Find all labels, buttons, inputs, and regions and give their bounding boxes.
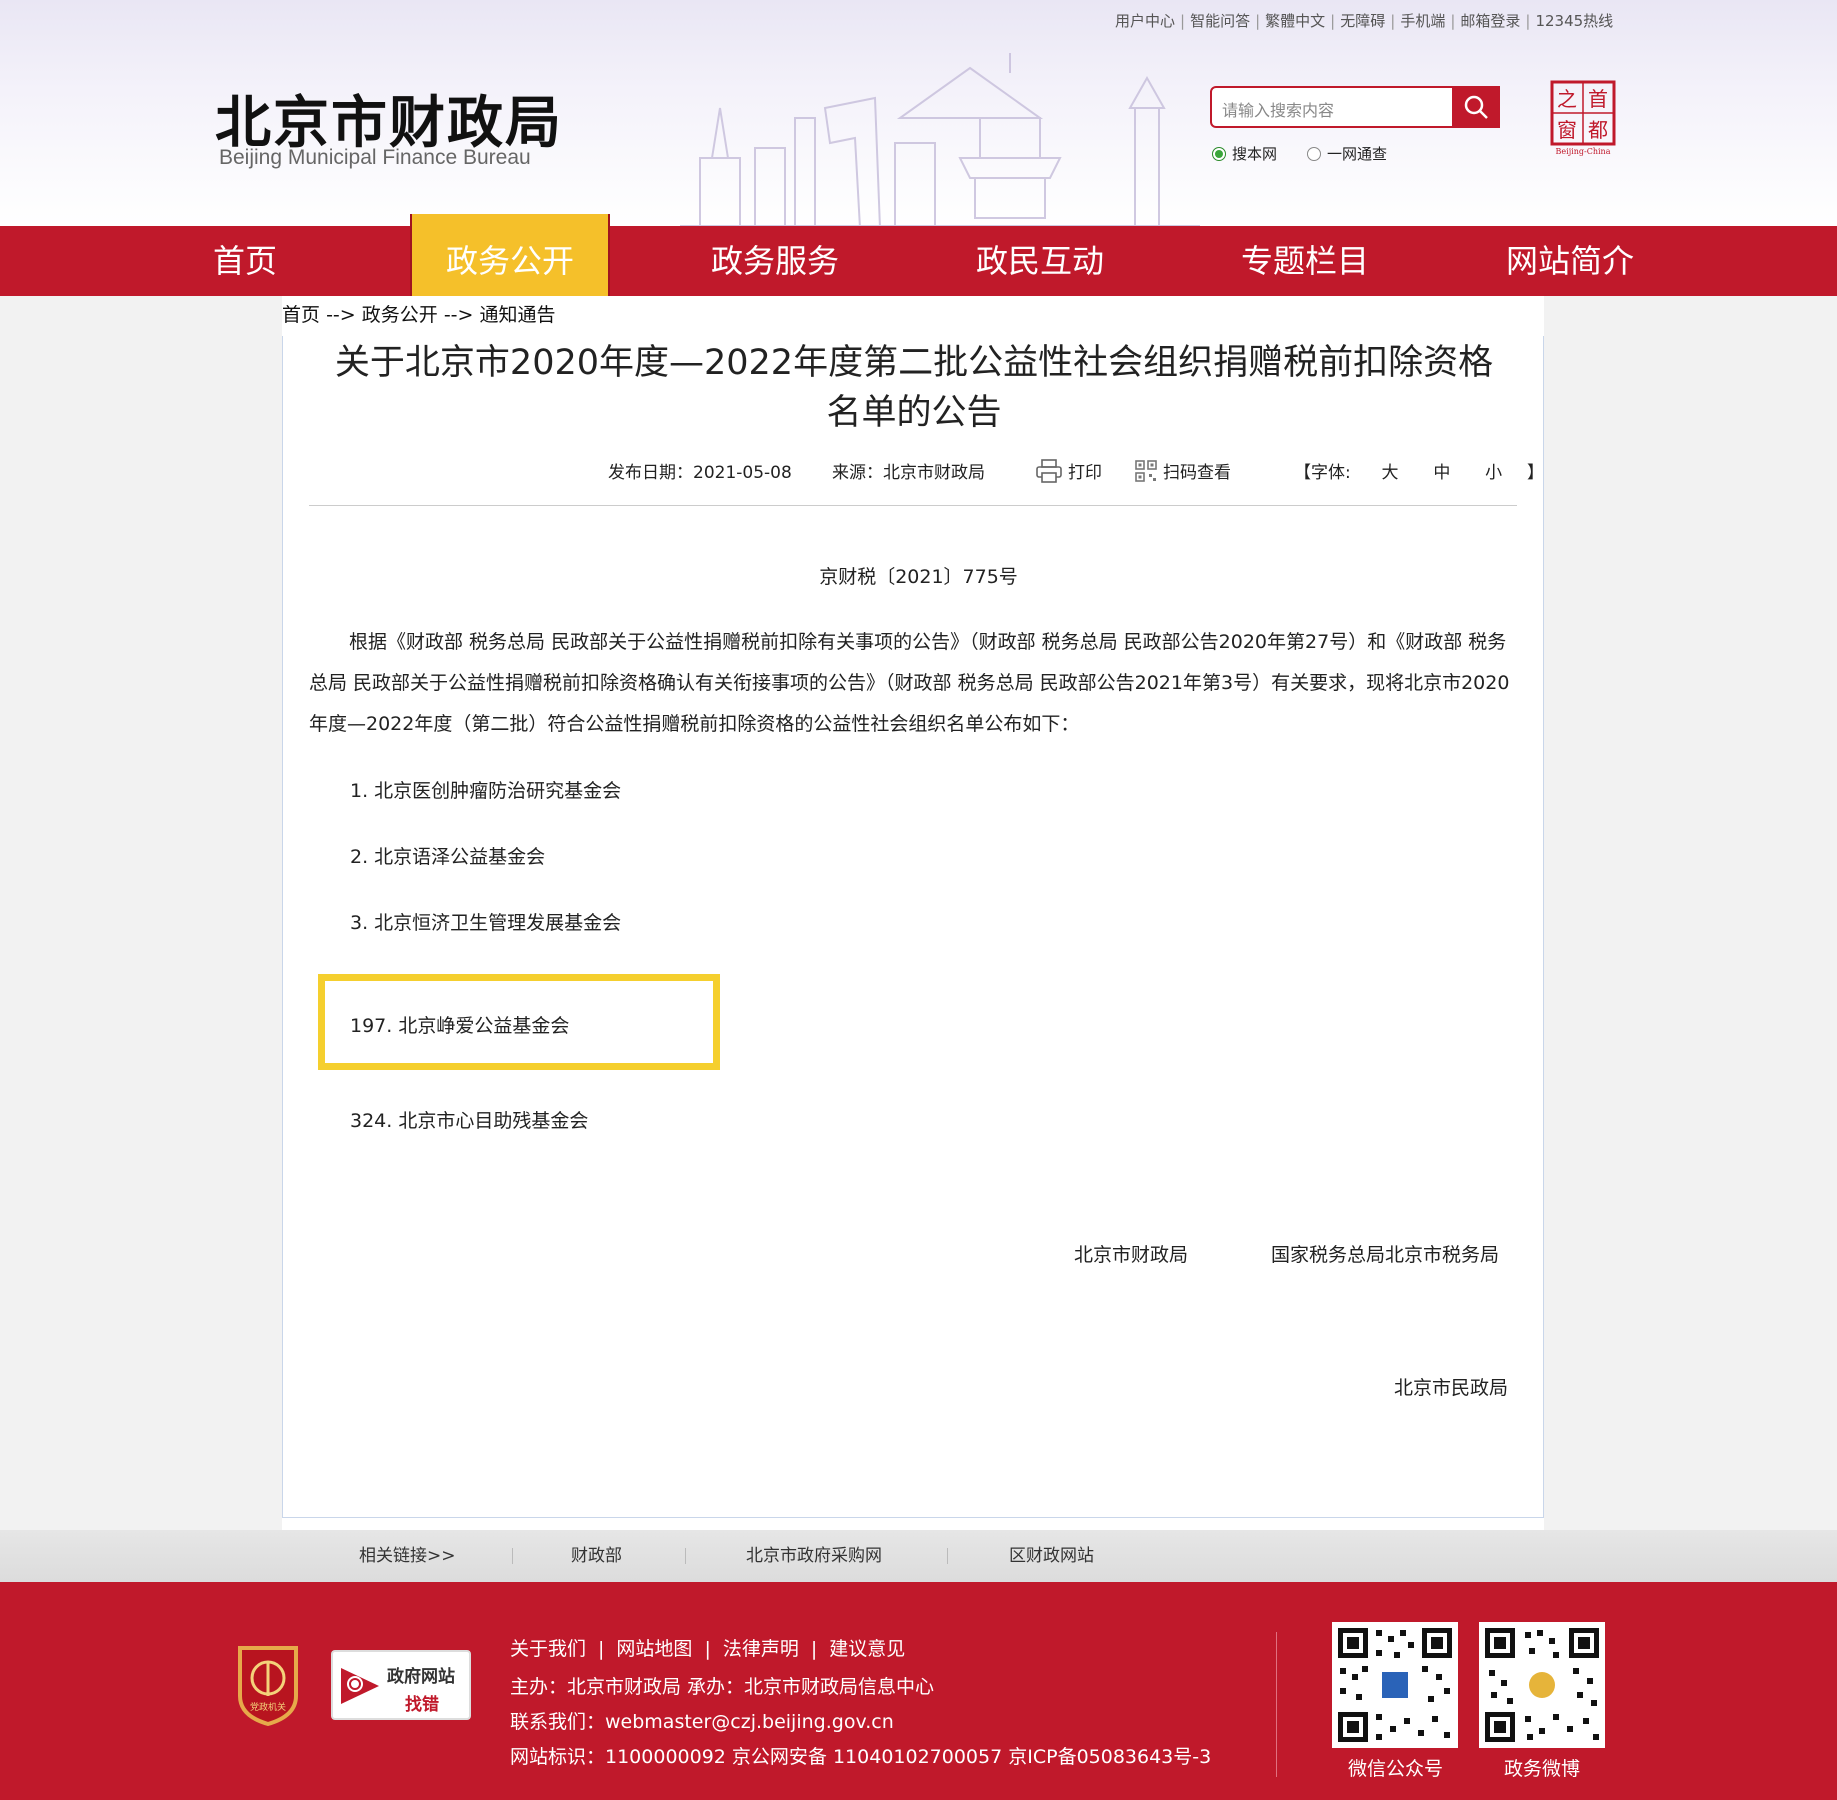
error-report-button[interactable]: 政府网站 找错 [331,1650,471,1720]
error-report-subtitle: 找错 [405,1695,439,1715]
nav-special-topics[interactable]: 专题栏目 [1205,226,1405,296]
source-label: 来源： [832,463,883,483]
footer-link-feedback[interactable]: 建议意见 [829,1638,905,1660]
search-scope-label-all[interactable]: 一网通查 [1327,143,1387,164]
title-divider [309,505,1517,506]
font-size-medium[interactable]: 中 [1433,463,1450,483]
related-separator [947,1548,948,1564]
related-links-label: 相关链接>> [359,1546,456,1566]
top-link-traditional-chinese[interactable]: 繁體中文 [1265,12,1325,30]
breadcrumb-separator: --> [443,304,474,326]
beijing-skyline-illustration [680,53,1200,226]
seal-caption: Beijing-China [1556,147,1611,156]
breadcrumb-separator: --> [326,304,356,326]
signatory-tax-bureau: 国家税务总局北京市税务局 [1271,1244,1500,1266]
qr-code-icon [1135,459,1157,482]
footer-contact: 联系我们：webmaster@czj.beijing.gov.cn [510,1711,894,1733]
top-link-user-center[interactable]: 用户中心 [1115,12,1175,30]
print-button[interactable]: 打印 [1036,458,1102,483]
qr-view-label[interactable]: 扫码查看 [1163,458,1231,483]
footer-links: 关于我们 | 网站地图 | 法律声明 | 建议意见 [510,1638,906,1660]
article-title: 关于北京市2020年度—2022年度第二批公益性社会组织捐赠税前扣除资格 名单的… [310,338,1518,438]
top-link-hotline[interactable]: 12345热线 [1535,12,1613,30]
signatory-finance-bureau: 北京市财政局 [1074,1244,1189,1266]
nav-gov-affairs-open[interactable]: 政务公开 [410,214,610,296]
source-value: 北京市财政局 [883,463,985,483]
related-link-district-finance[interactable]: 区财政网站 [1009,1530,1094,1582]
document-number: 京财税〔2021〕775号 [819,566,1018,588]
article-source: 来源：北京市财政局 [832,458,985,483]
search-scope-radio-site[interactable] [1212,146,1226,161]
search-scope-label-site[interactable]: 搜本网 [1232,143,1277,164]
qr-label-wechat: 微信公众号 [1348,1758,1444,1780]
print-label[interactable]: 打印 [1068,458,1102,483]
seal-char-shou: 首 [1588,87,1608,111]
search-icon [1464,95,1488,119]
site-footer: 党政机关 政府网站 找错 关于我们 | 网站地图 | 法律声明 | 建议意见 主办：北京市财… [0,1582,1837,1800]
seal-char-chuang: 窗 [1557,118,1577,142]
breadcrumb: 首页 --> 政务公开 --> 通知通告 [282,300,556,327]
list-item: 3. 北京恒济卫生管理发展基金会 [350,912,622,934]
font-size-close-bracket: 】 [1526,463,1544,483]
font-size-small[interactable]: 小 [1485,463,1502,483]
qr-view-button[interactable]: 扫码查看 [1135,458,1231,483]
capital-window-logo[interactable]: 首 都 之 窗 Beijing-China [1550,80,1616,156]
footer-divider [1276,1632,1277,1777]
site-header: 用户中心 | 智能问答 | 繁體中文 | 无障碍 | 手机端 | 邮箱登录 | 12345热线 北京市财… [0,0,1837,226]
list-item-highlighted: 197. 北京峥爱公益基金会 [350,1015,570,1037]
breadcrumb-gov-affairs-open[interactable]: 政务公开 [362,304,438,326]
magnifier-warning-icon [341,1668,379,1704]
top-links: 用户中心 | 智能问答 | 繁體中文 | 无障碍 | 手机端 | 邮箱登录 | 12345热线 [1115,12,1614,30]
error-report-title: 政府网站 [387,1667,455,1687]
related-separator [512,1548,513,1564]
seal-char-zhi: 之 [1557,87,1577,111]
nav-interaction[interactable]: 政民互动 [940,226,1140,296]
footer-site-identifiers: 网站标识：1100000092 京公网安备 11040102700057 京IC… [510,1746,1212,1768]
list-item: 324. 北京市心目助残基金会 [350,1110,589,1132]
seal-char-du: 都 [1588,118,1608,142]
list-item: 2. 北京语泽公益基金会 [350,846,546,868]
breadcrumb-home[interactable]: 首页 [282,304,320,326]
top-link-accessibility[interactable]: 无障碍 [1340,12,1385,30]
font-size-controls: 【字体: 大 中 小 】 [1294,458,1544,483]
nav-site-intro[interactable]: 网站简介 [1470,226,1670,296]
footer-link-legal[interactable]: 法律声明 [723,1638,799,1660]
footer-host-info: 主办：北京市财政局 承办：北京市财政局信息中心 [510,1676,935,1698]
list-item: 1. 北京医创肿瘤防治研究基金会 [350,780,622,802]
nav-home[interactable]: 首页 [145,226,345,296]
related-links-bar: 相关链接>> 财政部 北京市政府采购网 区财政网站 [0,1530,1837,1582]
article-body-paragraph: 根据《财政部 税务总局 民政部关于公益性捐赠税前扣除有关事项的公告》（财政部 税… [309,631,1510,735]
publish-date: 发布日期：2021-05-08 [608,458,792,483]
search-button[interactable] [1452,86,1500,128]
top-link-mobile[interactable]: 手机端 [1400,12,1445,30]
qr-label-weibo: 政务微博 [1504,1758,1581,1780]
font-size-large[interactable]: 大 [1382,463,1399,483]
top-link-mail-login[interactable]: 邮箱登录 [1460,12,1520,30]
wechat-qr-code [1332,1622,1458,1748]
related-separator [685,1548,686,1564]
publish-date-value: 2021-05-08 [693,463,792,483]
related-link-procurement[interactable]: 北京市政府采购网 [746,1530,882,1582]
badge-caption: 党政机关 [250,1701,286,1713]
weibo-qr-code [1479,1622,1605,1748]
publish-date-label: 发布日期： [608,463,693,483]
nav-gov-services[interactable]: 政务服务 [675,226,875,296]
footer-link-about[interactable]: 关于我们 [510,1638,586,1660]
party-government-badge[interactable]: 党政机关 [236,1644,300,1726]
site-logo-subtitle: Beijing Municipal Finance Bureau [219,146,531,169]
breadcrumb-notices[interactable]: 通知通告 [480,304,556,326]
main-nav: 首页 政务公开 政务服务 政民互动 专题栏目 网站简介 [0,214,1837,296]
article-title-line-1: 关于北京市2020年度—2022年度第二批公益性社会组织捐赠税前扣除资格 [334,343,1494,383]
footer-link-sitemap[interactable]: 网站地图 [616,1638,692,1660]
top-link-smart-qa[interactable]: 智能问答 [1190,12,1250,30]
related-link-mof[interactable]: 财政部 [571,1530,622,1582]
search-scope-options: 搜本网 一网通查 [1212,143,1387,164]
signatory-civil-affairs-bureau: 北京市民政局 [1394,1377,1509,1399]
article-title-line-2: 名单的公告 [826,393,1002,433]
search-scope-radio-all[interactable] [1307,146,1322,161]
font-size-open-bracket: 【字体: [1294,463,1351,483]
printer-icon [1036,458,1062,483]
